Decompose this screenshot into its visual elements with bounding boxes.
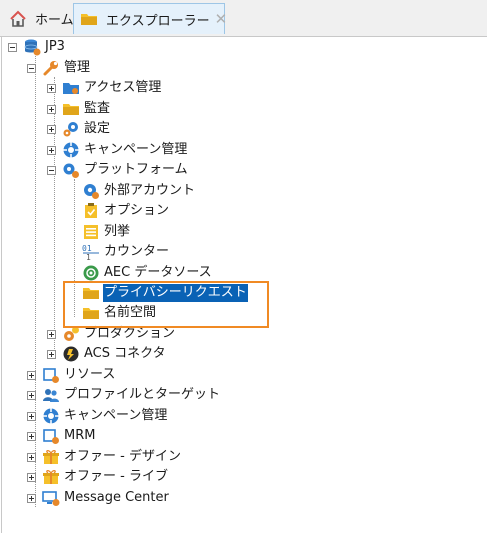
tree-item-jp3[interactable]: JP3 bbox=[8, 37, 66, 57]
expand-toggle[interactable] bbox=[47, 329, 56, 339]
tree-item-label: プロファイルとターゲット bbox=[64, 387, 221, 402]
expand-toggle[interactable] bbox=[27, 493, 36, 503]
resources-icon bbox=[42, 366, 60, 384]
external-account-icon bbox=[82, 182, 100, 200]
collapse-toggle[interactable] bbox=[27, 63, 36, 73]
wrench-icon bbox=[42, 59, 60, 77]
tree-item-offer-design[interactable]: オファー - デザイン bbox=[27, 447, 182, 467]
tree-item-label: オプション bbox=[104, 203, 170, 218]
expand-toggle[interactable] bbox=[27, 390, 36, 400]
expand-toggle[interactable] bbox=[47, 104, 56, 114]
tree-item-label: ACS コネクタ bbox=[84, 346, 166, 361]
folder-icon bbox=[80, 10, 98, 28]
tree-item-campaign-admin[interactable]: キャンペーン管理 bbox=[47, 140, 188, 160]
folder-icon bbox=[62, 100, 80, 118]
tree-item-counters[interactable]: 01 1 カウンター bbox=[82, 242, 170, 262]
counter-icon: 01 1 bbox=[82, 243, 100, 261]
tree-item-label: キャンペーン管理 bbox=[64, 408, 168, 423]
tree-item-platform[interactable]: プラットフォーム bbox=[47, 160, 189, 180]
tree-item-label: プロダクション bbox=[84, 326, 176, 341]
expand-toggle[interactable] bbox=[47, 124, 56, 134]
options-icon bbox=[82, 202, 100, 220]
tree-item-acs-connector[interactable]: ACS コネクタ bbox=[47, 344, 167, 364]
tree-item-label: カウンター bbox=[104, 244, 170, 259]
tree-item-offer-live[interactable]: オファー - ライブ bbox=[27, 467, 169, 487]
tree-item-privacy-requests[interactable]: プライバシーリクエスト bbox=[82, 283, 248, 303]
tab-explorer-label: エクスプローラー bbox=[106, 13, 210, 29]
tree-item-label: オファー - デザイン bbox=[64, 449, 181, 464]
tree-item-audit[interactable]: 監査 bbox=[47, 99, 111, 119]
tree-item-settings[interactable]: 設定 bbox=[47, 119, 111, 139]
access-icon bbox=[62, 79, 80, 97]
tree-item-label: MRM bbox=[64, 428, 96, 443]
production-gear-icon bbox=[62, 325, 80, 343]
tree-item-access[interactable]: アクセス管理 bbox=[47, 78, 162, 98]
tree-item-campaign-management[interactable]: キャンペーン管理 bbox=[27, 406, 168, 426]
connector-icon bbox=[62, 345, 80, 363]
svg-text:1: 1 bbox=[86, 253, 91, 261]
tree-line bbox=[74, 179, 75, 317]
tree-item-production[interactable]: プロダクション bbox=[47, 324, 176, 344]
svg-text:01: 01 bbox=[82, 244, 92, 253]
database-icon bbox=[23, 38, 41, 56]
explorer-tree: JP3 管理 アクセス管理 監査 設定 キャンペーン管理 プラットフォーム 外部… bbox=[1, 37, 487, 533]
tree-item-external-accounts[interactable]: 外部アカウント bbox=[82, 181, 196, 201]
expand-toggle[interactable] bbox=[27, 472, 36, 482]
platform-gear-icon bbox=[62, 161, 80, 179]
collapse-toggle[interactable] bbox=[8, 42, 17, 52]
folder-icon bbox=[82, 284, 100, 302]
tree-item-label: AEC データソース bbox=[104, 265, 212, 280]
tree-item-mrm[interactable]: MRM bbox=[27, 426, 96, 446]
tree-item-label: アクセス管理 bbox=[84, 80, 162, 95]
tree-item-label: プライバシーリクエスト bbox=[103, 284, 248, 302]
tree-item-options[interactable]: オプション bbox=[82, 201, 170, 221]
tab-bar: ホーム エクスプローラー ✕ bbox=[0, 0, 487, 37]
home-icon bbox=[9, 10, 27, 28]
campaign-icon bbox=[42, 407, 60, 425]
message-center-icon bbox=[42, 489, 60, 507]
expand-toggle[interactable] bbox=[27, 452, 36, 462]
tree-item-label: オファー - ライブ bbox=[64, 469, 168, 484]
mrm-icon bbox=[42, 427, 60, 445]
tree-item-label: リソース bbox=[64, 367, 116, 382]
tree-item-label: Message Center bbox=[64, 490, 169, 505]
tree-item-label: プラットフォーム bbox=[84, 162, 188, 177]
expand-toggle[interactable] bbox=[47, 145, 56, 155]
expand-toggle[interactable] bbox=[27, 411, 36, 421]
campaign-icon bbox=[62, 141, 80, 159]
list-icon bbox=[82, 223, 100, 241]
people-icon bbox=[42, 386, 60, 404]
tab-explorer[interactable]: エクスプローラー ✕ bbox=[73, 3, 228, 34]
gear-icon bbox=[62, 120, 80, 138]
expand-toggle[interactable] bbox=[27, 370, 36, 380]
tree-item-label: JP3 bbox=[45, 39, 65, 54]
tree-item-label: 管理 bbox=[64, 60, 91, 75]
tree-item-label: 外部アカウント bbox=[104, 183, 196, 198]
tab-home[interactable]: ホーム bbox=[3, 3, 74, 34]
tree-item-label: 名前空間 bbox=[104, 305, 157, 320]
tree-item-label: キャンペーン管理 bbox=[84, 142, 188, 157]
tree-item-label: 監査 bbox=[84, 101, 111, 116]
collapse-toggle[interactable] bbox=[47, 165, 56, 175]
tree-item-enumerations[interactable]: 列挙 bbox=[82, 222, 131, 242]
tree-item-admin[interactable]: 管理 bbox=[27, 58, 91, 78]
gift-icon bbox=[42, 448, 60, 466]
expand-toggle[interactable] bbox=[47, 349, 56, 359]
tree-item-resources[interactable]: リソース bbox=[27, 365, 116, 385]
tree-item-label: 設定 bbox=[84, 121, 111, 136]
datasource-icon bbox=[82, 264, 100, 282]
tree-item-label: 列挙 bbox=[104, 224, 131, 239]
tree-item-message-center[interactable]: Message Center bbox=[27, 488, 170, 508]
tab-home-label: ホーム bbox=[35, 13, 74, 28]
tree-item-namespaces[interactable]: 名前空間 bbox=[82, 303, 157, 323]
expand-toggle[interactable] bbox=[27, 431, 36, 441]
folder-icon bbox=[82, 304, 100, 322]
expand-toggle[interactable] bbox=[47, 83, 56, 93]
tab-close-icon[interactable]: ✕ bbox=[215, 11, 228, 27]
gift-icon bbox=[42, 468, 60, 486]
tree-item-aec-datasource[interactable]: AEC データソース bbox=[82, 263, 213, 283]
tree-item-profiles-targets[interactable]: プロファイルとターゲット bbox=[27, 385, 221, 405]
